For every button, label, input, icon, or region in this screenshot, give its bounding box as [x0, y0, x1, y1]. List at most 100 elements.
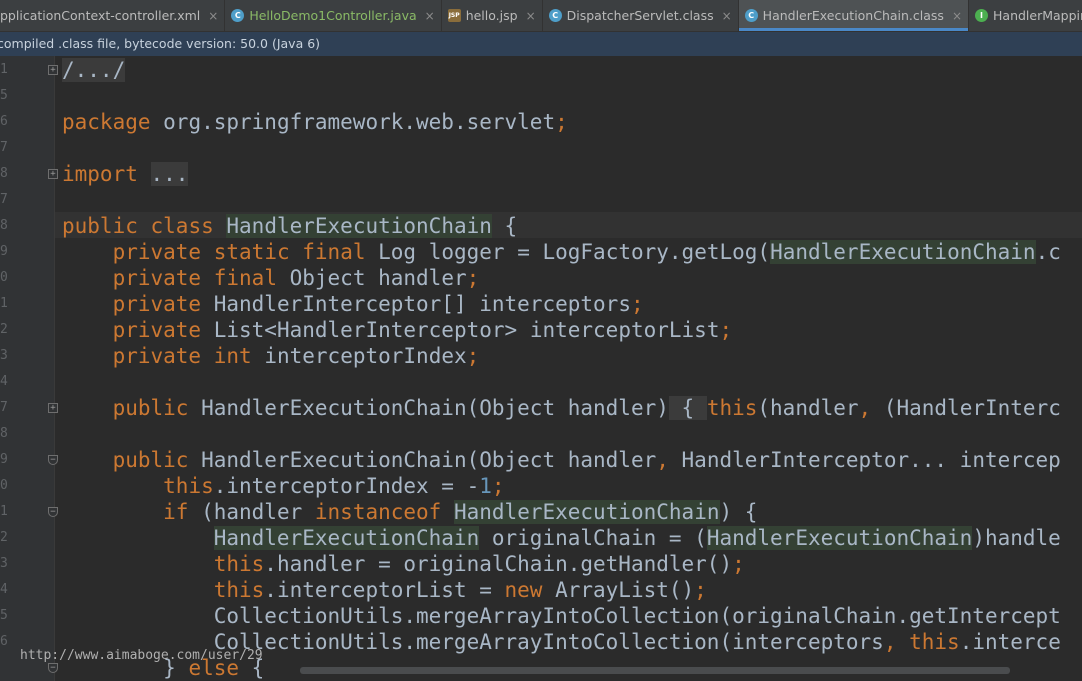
watermark-text: http://www.aimaboge.com/user/29 — [20, 648, 263, 663]
code-token: List<HandlerInterceptor> interceptorList — [201, 318, 720, 342]
tab-label: HelloDemo1Controller.java — [249, 8, 417, 23]
code-token: ; — [555, 110, 568, 134]
fold-collapse-icon[interactable]: − — [48, 507, 58, 517]
code-token: class — [150, 214, 214, 238]
fold-collapse-icon[interactable]: − — [48, 455, 58, 465]
code-token: this — [213, 578, 265, 602]
line-number: 2 — [0, 530, 8, 545]
code-token: , — [656, 448, 669, 472]
code-line: if (handler instanceof HandlerExecutionC… — [62, 499, 757, 525]
line-number: 7 — [0, 140, 8, 155]
code-line: CollectionUtils.mergeArrayIntoCollection… — [62, 603, 1061, 629]
code-line: private List<HandlerInterceptor> interce… — [62, 317, 733, 343]
code-editor[interactable]: /.../ package org.springframework.web.ser… — [62, 56, 1082, 681]
code-line: package org.springframework.web.servlet; — [62, 109, 568, 135]
tab-label: HandlerMapping.class — [993, 8, 1082, 23]
code-token: HandlerExecutionChain — [706, 526, 973, 550]
code-token: ; — [491, 474, 505, 498]
line-number: 4 — [0, 374, 8, 389]
close-icon[interactable]: × — [208, 9, 218, 23]
fold-expand-icon[interactable]: + — [48, 65, 58, 75]
code-token: .interce — [959, 630, 1061, 654]
code-token: private — [112, 240, 202, 264]
code-token: ; — [466, 266, 480, 290]
editor-tab[interactable]: C HelloDemo1Controller.java × — [225, 0, 442, 31]
line-number: 6 — [0, 634, 8, 649]
code-token: interceptorIndex — [251, 344, 467, 368]
code-token: ; — [732, 552, 745, 576]
close-icon[interactable]: × — [952, 9, 962, 23]
code-line: import ... — [62, 161, 189, 187]
code-token: .interceptorList = — [264, 578, 505, 602]
code-line: public HandlerExecutionChain(Object hand… — [62, 447, 1061, 473]
tab-label: HandlerExecutionChain.class — [762, 8, 944, 23]
close-icon[interactable]: × — [425, 9, 435, 23]
code-token: if — [163, 500, 189, 524]
code-token: this — [706, 396, 758, 420]
editor-tab[interactable]: C HandlerExecutionChain.class × — [738, 0, 970, 31]
code-token: ArrayList() — [542, 578, 695, 602]
horizontal-scrollbar[interactable] — [300, 667, 1010, 674]
code-line: /.../ — [62, 57, 126, 83]
code-token: HandlerExecutionChain(Object handler — [188, 448, 657, 472]
editor-tab[interactable]: C DispatcherServlet.class × — [543, 0, 739, 31]
code-token: new — [504, 578, 543, 602]
line-number: 5 — [0, 88, 8, 103]
editor-tab[interactable]: JSP hello.jsp × — [442, 0, 543, 31]
tab-label: pplicationContext-controller.xml — [0, 8, 201, 23]
code-token: private — [112, 266, 202, 290]
close-icon[interactable]: × — [526, 9, 536, 23]
code-token: HandlerInterceptor... intercep — [668, 448, 1061, 472]
line-number: 8 — [0, 166, 8, 181]
code-line: public HandlerExecutionChain(Object hand… — [62, 395, 1061, 421]
line-number: 9 — [0, 452, 8, 467]
code-line: private static final Log logger = LogFac… — [62, 239, 1061, 265]
code-token: HandlerExecutionChain(Object handler) — [188, 396, 669, 420]
code-token: package — [62, 110, 151, 134]
code-token: ... — [150, 162, 189, 186]
code-token: ; — [466, 344, 480, 368]
code-line: HandlerExecutionChain originalChain = (H… — [62, 525, 1061, 551]
code-token: (handler — [188, 500, 315, 524]
code-token: HandlerInterceptor[] interceptors — [201, 292, 631, 316]
fold-collapse-icon[interactable]: − — [48, 663, 58, 673]
line-number: 3 — [0, 348, 8, 363]
code-token: 1 — [479, 474, 492, 498]
line-number: 0 — [0, 478, 8, 493]
line-number: 1 — [0, 62, 8, 77]
editor-tab[interactable]: IHandlerMapping.class× — [969, 0, 1082, 31]
fold-expand-icon[interactable]: + — [48, 403, 58, 413]
code-token: , — [858, 396, 872, 420]
tab-label: hello.jsp — [465, 8, 518, 23]
code-token: public — [112, 448, 189, 472]
code-token: .interceptorIndex = - — [213, 474, 480, 498]
line-number-gutter: 1 5 6 7 8 7 8 9 0 1 2 3 4 7 8 9 0 1 2 3 4 5 6 + + + − − − — [0, 56, 58, 681]
tab-label: DispatcherServlet.class — [566, 8, 714, 23]
close-icon[interactable]: × — [722, 9, 732, 23]
jsp-file-icon: JSP — [447, 9, 461, 22]
code-token: org.springframework.web.servlet — [150, 110, 556, 134]
code-token: (handler — [757, 396, 859, 420]
code-token: HandlerExecutionChain — [213, 526, 480, 550]
fold-expand-icon[interactable]: + — [48, 169, 58, 179]
code-token: ) { — [719, 500, 758, 524]
code-token: HandlerExecutionChain — [770, 240, 1036, 264]
code-token: originalChain = ( — [479, 526, 707, 550]
line-number: 4 — [0, 582, 8, 597]
code-line: this.handler = originalChain.getHandler(… — [62, 551, 745, 577]
editor-tab[interactable]: pplicationContext-controller.xml × — [0, 0, 226, 31]
code-token: final — [302, 240, 366, 264]
code-token: { — [491, 214, 518, 238]
code-line: public class HandlerExecutionChain { — [62, 213, 517, 239]
line-number: 8 — [0, 426, 8, 441]
code-line: private int interceptorIndex; — [62, 343, 480, 369]
